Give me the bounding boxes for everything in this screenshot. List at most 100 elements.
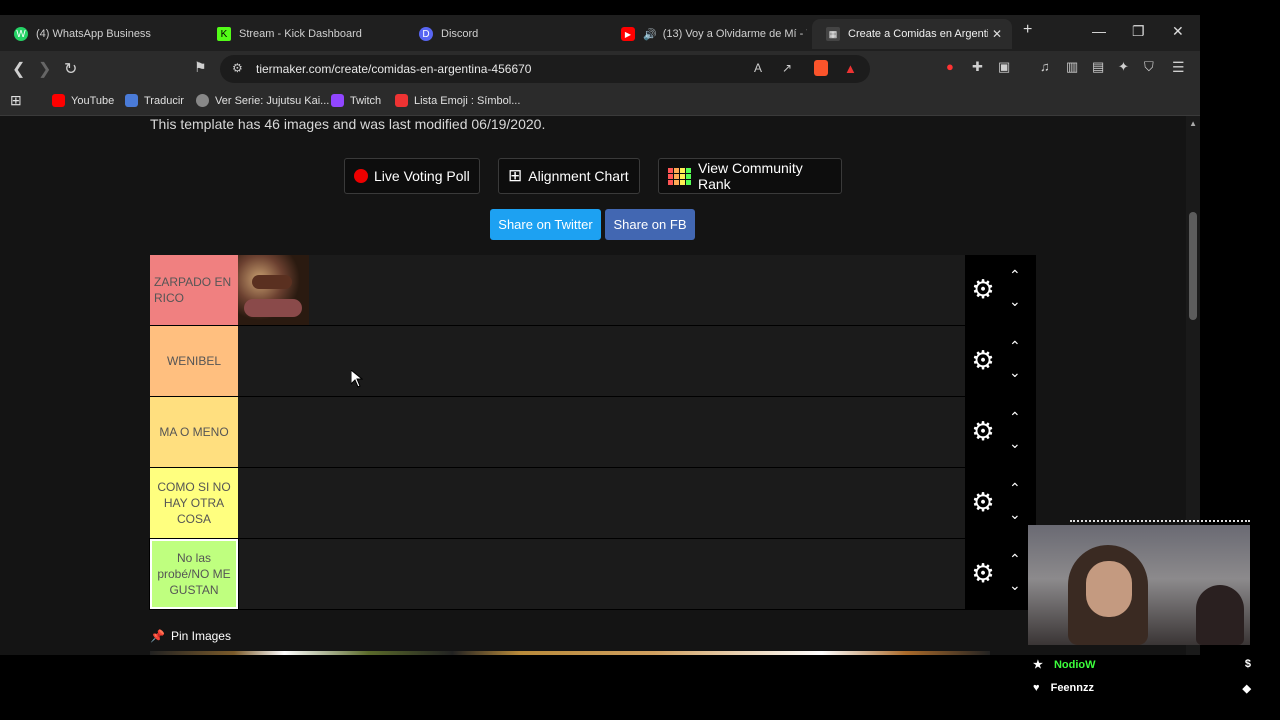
webcam-feed bbox=[1028, 525, 1250, 645]
restore-button[interactable]: ❐ bbox=[1132, 23, 1145, 40]
apps-icon[interactable]: ⊞ bbox=[10, 92, 22, 109]
forward-icon[interactable]: ❯ bbox=[38, 59, 51, 79]
close-tab-icon[interactable]: ✕ bbox=[992, 27, 1002, 41]
youtube-icon bbox=[52, 94, 65, 107]
chevron-down-icon[interactable]: ⌄ bbox=[1009, 364, 1023, 380]
chevron-up-icon[interactable]: ⌃ bbox=[1009, 551, 1023, 567]
site-settings-icon[interactable]: ⚙ bbox=[232, 61, 243, 75]
bookmark-label: Traducir bbox=[144, 94, 184, 107]
pin-images-toggle[interactable]: 📌 Pin Images bbox=[150, 629, 231, 643]
gear-icon[interactable]: ⚙ bbox=[971, 276, 995, 302]
tier-row: COMO SI NO HAY OTRA COSA ⚙ ⌃ ⌄ bbox=[150, 468, 1036, 539]
address-bar[interactable]: ⚙ tiermaker.com/create/comidas-en-argent… bbox=[220, 55, 870, 83]
alignment-chart-button[interactable]: ⊞ Alignment Chart bbox=[498, 158, 640, 194]
chevron-up-icon[interactable]: ⌃ bbox=[1009, 267, 1023, 283]
bookmark-label: YouTube bbox=[71, 94, 115, 107]
tier-controls: ⚙ ⌃ ⌄ bbox=[965, 326, 1036, 396]
extension-red-icon[interactable]: ● bbox=[946, 59, 954, 74]
whatsapp-icon: W bbox=[14, 27, 28, 41]
tab-label: Stream - Kick Dashboard bbox=[239, 28, 362, 40]
translate-icon[interactable]: A bbox=[754, 61, 762, 75]
tier-label-editing[interactable]: No las probé/NO ME GUSTAN bbox=[149, 538, 239, 610]
tab-kick[interactable]: K Stream - Kick Dashboard bbox=[203, 19, 403, 49]
chevron-down-icon[interactable]: ⌄ bbox=[1009, 293, 1023, 309]
scrollbar-thumb[interactable] bbox=[1189, 212, 1197, 320]
gear-icon[interactable]: ⚙ bbox=[971, 560, 995, 586]
url-text: tiermaker.com/create/comidas-en-argentin… bbox=[256, 62, 532, 76]
button-label: Alignment Chart bbox=[528, 168, 629, 184]
scroll-up-icon[interactable]: ▲ bbox=[1189, 119, 1197, 128]
gear-icon[interactable]: ⚙ bbox=[971, 347, 995, 373]
chat-username: NodioW bbox=[1053, 659, 1096, 671]
tier-row: WENIBEL ⚙ ⌃ ⌄ bbox=[150, 326, 1036, 397]
sidebar-icon[interactable]: ▥ bbox=[1066, 59, 1078, 75]
button-label: Share on FB bbox=[613, 217, 687, 232]
pin-images-label: Pin Images bbox=[170, 629, 231, 643]
tab-bar: W (4) WhatsApp Business K Stream - Kick … bbox=[0, 15, 1200, 51]
tier-label[interactable]: COMO SI NO HAY OTRA COSA bbox=[150, 468, 238, 538]
bookmark-jujutsu[interactable]: Ver Serie: Jujutsu Kai... bbox=[196, 94, 329, 107]
bookmark-label: Ver Serie: Jujutsu Kai... bbox=[215, 94, 330, 107]
toolbar: ❮ ❯ ↻ ⚑ ⚙ tiermaker.com/create/comidas-e… bbox=[0, 51, 1200, 87]
chevron-up-icon[interactable]: ⌃ bbox=[1009, 338, 1023, 354]
pin-icon: 📌 bbox=[150, 629, 165, 643]
tier-row: No las probé/NO ME GUSTAN ⚙ ⌃ ⌄ bbox=[149, 538, 1036, 610]
vpn-icon[interactable]: ⛉ bbox=[1144, 59, 1154, 75]
tab-youtube[interactable]: ▶ 🔊 (13) Voy a Olvidarme de Mí - Y bbox=[607, 19, 807, 49]
tab-label: (4) WhatsApp Business bbox=[36, 28, 151, 40]
globe-icon bbox=[196, 94, 209, 107]
tier-controls: ⚙ ⌃ ⌄ bbox=[965, 255, 1036, 325]
browser-window: W (4) WhatsApp Business K Stream - Kick … bbox=[0, 15, 1200, 655]
screenshot-icon[interactable]: ▣ bbox=[998, 59, 1010, 75]
minimize-button[interactable]: — bbox=[1092, 23, 1106, 39]
bookmark-icon[interactable]: ⚑ bbox=[194, 59, 207, 76]
speaker-icon: 🔊 bbox=[643, 28, 657, 41]
bookmark-emoji[interactable]: Lista Emoji : Símbol... bbox=[395, 94, 520, 107]
tier-label[interactable]: ZARPADO EN RICO bbox=[150, 255, 238, 325]
chevron-up-icon[interactable]: ⌃ bbox=[1009, 409, 1023, 425]
chevron-down-icon[interactable]: ⌄ bbox=[1009, 435, 1023, 451]
chevron-down-icon[interactable]: ⌄ bbox=[1009, 506, 1023, 522]
tab-discord[interactable]: D Discord bbox=[405, 19, 605, 49]
star-icon: ★ bbox=[1033, 659, 1043, 671]
tier-label[interactable]: MA O MENO bbox=[150, 397, 238, 467]
new-tab-button[interactable]: + bbox=[1023, 21, 1032, 39]
gear-icon[interactable]: ⚙ bbox=[971, 489, 995, 515]
share-fb-button[interactable]: Share on FB bbox=[605, 209, 695, 240]
extensions-icon[interactable]: ✚ bbox=[972, 59, 983, 75]
leo-icon[interactable]: ✦ bbox=[1118, 59, 1129, 75]
chevron-down-icon[interactable]: ⌄ bbox=[1009, 577, 1023, 593]
youtube-icon: ▶ bbox=[621, 27, 635, 41]
wallet-icon[interactable]: ▤ bbox=[1092, 59, 1104, 75]
close-window-button[interactable]: ✕ bbox=[1172, 23, 1184, 40]
tier-row: ZARPADO EN RICO ⚙ ⌃ ⌄ bbox=[150, 255, 1036, 326]
menu-icon[interactable]: ☰ bbox=[1172, 59, 1185, 76]
tier-label[interactable]: WENIBEL bbox=[150, 326, 238, 396]
tiermaker-icon: ▦ bbox=[826, 27, 840, 41]
share-icon[interactable]: ↗ bbox=[782, 61, 792, 75]
bookmark-traducir[interactable]: Traducir bbox=[125, 94, 184, 107]
button-label: Share on Twitter bbox=[498, 217, 593, 232]
gear-icon[interactable]: ⚙ bbox=[971, 418, 995, 444]
brave-rewards-icon[interactable]: ▲ bbox=[844, 61, 857, 76]
brave-shield-icon[interactable] bbox=[814, 60, 828, 76]
live-voting-poll-button[interactable]: Live Voting Poll bbox=[344, 158, 480, 194]
bookmark-twitch[interactable]: Twitch bbox=[331, 94, 381, 107]
bookmarks-bar: ⊞ YouTube Traducir Ver Serie: Jujutsu Ka… bbox=[0, 87, 1200, 116]
view-community-rank-button[interactable]: View Community Rank bbox=[658, 158, 842, 194]
record-icon bbox=[354, 169, 368, 183]
share-twitter-button[interactable]: Share on Twitter bbox=[490, 209, 601, 240]
food-image-asado[interactable] bbox=[238, 255, 309, 325]
kick-icon: K bbox=[217, 27, 231, 41]
bookmark-youtube[interactable]: YouTube bbox=[52, 94, 114, 107]
mouse-cursor bbox=[351, 370, 363, 388]
reload-icon[interactable]: ↻ bbox=[64, 59, 77, 79]
page-content: This template has 46 images and was last… bbox=[0, 116, 1200, 655]
tab-tiermaker[interactable]: ▦ Create a Comidas en Argentin ✕ bbox=[812, 19, 1012, 49]
tab-whatsapp[interactable]: W (4) WhatsApp Business bbox=[0, 19, 200, 49]
media-icon[interactable]: ♫ bbox=[1040, 59, 1050, 74]
chat-username: Feennzz bbox=[1050, 682, 1094, 694]
chevron-up-icon[interactable]: ⌃ bbox=[1009, 480, 1023, 496]
twitch-icon bbox=[331, 94, 344, 107]
back-icon[interactable]: ❮ bbox=[12, 59, 25, 79]
